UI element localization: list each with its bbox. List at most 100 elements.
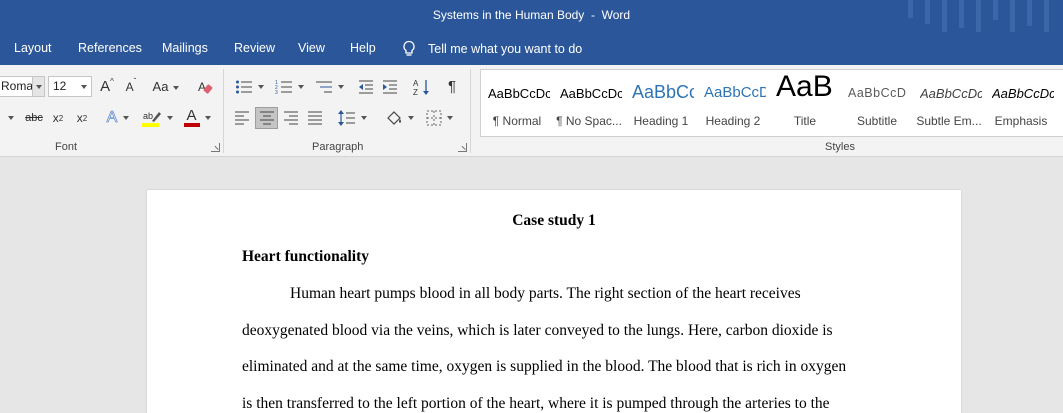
paragraph-group-label: Paragraph bbox=[312, 141, 364, 153]
chevron-down-icon bbox=[166, 116, 173, 120]
ribbon-tabs: Layout References Mailings Review View H… bbox=[0, 32, 1063, 65]
tab-references[interactable]: References bbox=[78, 41, 142, 55]
font-dialog-launcher-icon[interactable] bbox=[211, 143, 220, 152]
shrink-font-button[interactable]: Aˇ bbox=[122, 76, 140, 97]
font-color-icon: A bbox=[183, 108, 200, 127]
align-center-icon bbox=[259, 111, 274, 125]
paint-bucket-icon bbox=[386, 110, 401, 125]
shading-button[interactable] bbox=[382, 107, 416, 128]
align-center-button[interactable] bbox=[255, 107, 278, 129]
paragraph-line: eliminated and at the same time, oxygen … bbox=[242, 358, 847, 375]
tab-review[interactable]: Review bbox=[234, 41, 275, 55]
styles-group-label: Styles bbox=[825, 141, 855, 153]
increase-indent-button[interactable] bbox=[380, 76, 400, 97]
title-bar: Systems in the Human Body - Word bbox=[0, 0, 1063, 32]
bullet-list-icon bbox=[235, 80, 252, 93]
tell-me-label: Tell me what you want to do bbox=[428, 42, 583, 56]
font-color-button[interactable]: A bbox=[180, 108, 214, 128]
superscript-button[interactable]: x2 bbox=[74, 108, 90, 128]
sort-button[interactable]: A Z bbox=[412, 76, 432, 97]
line-spacing-button[interactable] bbox=[335, 107, 369, 128]
borders-button[interactable] bbox=[422, 107, 456, 128]
style-normal[interactable]: AaBbCcDc ¶ Normal bbox=[481, 70, 553, 136]
document-page[interactable]: Case study 1 Heart functionality Human h… bbox=[147, 190, 961, 413]
tab-view[interactable]: View bbox=[298, 41, 325, 55]
style-subtitle[interactable]: AaBbCcD Subtitle bbox=[841, 70, 913, 136]
style-no-spacing[interactable]: AaBbCcDc ¶ No Spac... bbox=[553, 70, 625, 136]
document-canvas: Case study 1 Heart functionality Human h… bbox=[0, 157, 1063, 413]
bullets-button[interactable] bbox=[232, 76, 266, 97]
font-name-box[interactable]: Roma bbox=[0, 76, 45, 97]
paragraph-line: is then transferred to the left portion … bbox=[242, 395, 830, 412]
font-name-dropdown[interactable] bbox=[32, 77, 44, 96]
subscript-index: 2 bbox=[58, 113, 64, 123]
chevron-down-icon bbox=[446, 115, 453, 120]
strikethrough-icon: abc bbox=[25, 112, 43, 124]
strikethrough-button[interactable]: abc bbox=[24, 108, 44, 128]
tell-me-search[interactable]: Tell me what you want to do bbox=[402, 40, 582, 58]
highlighter-icon: ab bbox=[141, 111, 161, 127]
grow-font-button[interactable]: A ^ bbox=[98, 76, 116, 97]
increase-indent-icon bbox=[383, 80, 397, 93]
chevron-down-icon bbox=[36, 85, 42, 89]
style-sample: AaBbCcDc bbox=[992, 86, 1054, 101]
style-title[interactable]: AaB Title bbox=[769, 70, 841, 136]
chevron-down-icon bbox=[297, 84, 304, 89]
borders-icon bbox=[426, 110, 441, 125]
clear-formatting-button[interactable]: A bbox=[196, 76, 214, 97]
styles-gallery: AaBbCcDc ¶ Normal AaBbCcDc ¶ No Spac... … bbox=[480, 69, 1063, 137]
svg-text:A: A bbox=[198, 80, 206, 94]
style-heading-2[interactable]: AaBbCcD Heading 2 bbox=[697, 70, 769, 136]
numbering-button[interactable]: 1 2 3 bbox=[272, 76, 306, 97]
align-left-icon bbox=[235, 111, 249, 124]
chevron-down-icon bbox=[337, 84, 344, 89]
style-sample: AaB bbox=[776, 70, 833, 103]
align-right-icon bbox=[284, 111, 298, 124]
tab-layout[interactable]: Layout bbox=[14, 41, 52, 55]
style-name: Heading 1 bbox=[633, 114, 689, 128]
ribbon: Roma 12 A ^ Aˇ Aa A abc x2 x 2 A ab A Fo… bbox=[0, 65, 1063, 157]
tab-help[interactable]: Help bbox=[350, 41, 376, 55]
tab-mailings[interactable]: Mailings bbox=[162, 41, 208, 55]
align-left-button[interactable] bbox=[232, 107, 252, 128]
group-divider bbox=[223, 69, 224, 153]
paragraph-line: deoxygenated blood via the veins, which … bbox=[242, 322, 833, 339]
multilevel-list-button[interactable] bbox=[312, 76, 346, 97]
align-right-button[interactable] bbox=[281, 107, 301, 128]
style-heading-1[interactable]: AaBbCc Heading 1 bbox=[625, 70, 697, 136]
lightbulb-icon bbox=[403, 40, 415, 56]
svg-text:ab: ab bbox=[143, 111, 153, 121]
highlight-button[interactable]: ab bbox=[140, 108, 174, 128]
chevron-down-icon bbox=[257, 84, 264, 89]
decrease-indent-icon bbox=[359, 80, 373, 93]
style-sample: AaBbCcD bbox=[848, 86, 907, 100]
chevron-down-icon bbox=[81, 85, 87, 89]
paragraph-line: Human heart pumps blood in all body part… bbox=[290, 285, 801, 302]
style-sample: AaBbCcD bbox=[704, 84, 766, 101]
show-formatting-button[interactable]: ¶ bbox=[442, 76, 462, 97]
paragraph-dialog-launcher-icon[interactable] bbox=[458, 143, 467, 152]
chevron-down-icon[interactable] bbox=[8, 116, 14, 120]
style-subtle-emphasis[interactable]: AaBbCcDc Subtle Em... bbox=[913, 70, 985, 136]
justify-button[interactable] bbox=[305, 107, 325, 128]
svg-text:3: 3 bbox=[275, 90, 278, 95]
decrease-indent-button[interactable] bbox=[356, 76, 376, 97]
case-study-title: Case study 1 bbox=[512, 212, 596, 229]
window-title: Systems in the Human Body - Word bbox=[432, 8, 631, 22]
style-sample: AaBbCc bbox=[632, 82, 694, 102]
superscript-index: 2 bbox=[82, 113, 88, 123]
font-group-label: Font bbox=[55, 141, 78, 153]
text-effects-button[interactable]: A bbox=[104, 108, 132, 128]
eraser-icon: A bbox=[198, 80, 213, 94]
font-size-box[interactable]: 12 bbox=[48, 76, 92, 97]
pilcrow-icon: ¶ bbox=[447, 78, 457, 95]
style-name: ¶ No Spac... bbox=[556, 114, 622, 128]
caret-up-icon: ˇ bbox=[133, 77, 137, 86]
style-emphasis[interactable]: AaBbCcDc Emphasis bbox=[985, 70, 1057, 136]
change-case-button[interactable]: Aa bbox=[150, 76, 182, 97]
text-effects-icon: A bbox=[106, 109, 118, 127]
group-divider bbox=[470, 69, 471, 153]
style-name: Heading 2 bbox=[705, 114, 761, 128]
subscript-button[interactable]: x2 bbox=[50, 108, 66, 128]
word-window: Systems in the Human Body - Word Layout … bbox=[0, 0, 1063, 413]
